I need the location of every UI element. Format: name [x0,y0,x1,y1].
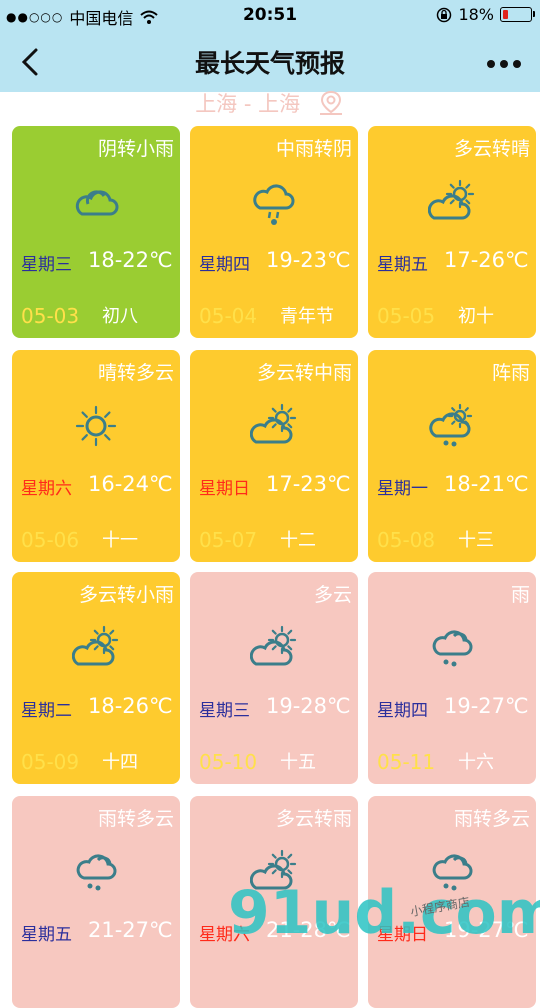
partly-cloudy-icon [250,403,297,444]
battery-percent: 18% [458,5,494,24]
weather-desc: 阵雨 [491,362,530,384]
partly-cloudy-icon [428,179,475,220]
location-pin-icon[interactable] [317,90,345,121]
date: 05-06 [21,528,80,552]
lunar-date: 十六 [458,752,494,773]
rain-cloud-icon [76,854,117,891]
temperature-range: 19-23℃ [266,248,351,272]
date: 05-05 [377,304,436,328]
weekday: 星期五 [377,255,428,275]
weather-desc: 多云转中雨 [256,362,352,384]
status-bar: ●●○○○ 中国电信 20:51 18% [0,0,540,30]
temperature-range: 17-26℃ [444,248,529,272]
more-icon [487,60,521,68]
temperature-range: 17-23℃ [266,472,351,496]
weekday: 星期三 [21,255,72,275]
rain-icon [253,184,295,225]
temperature-range: 19-28℃ [266,694,351,718]
date: 05-03 [21,304,80,328]
page-title: 最长天气预报 [194,49,345,78]
forecast-card[interactable]: 多云转晴星期五 17-26℃ 05-05 初十 [368,126,536,338]
date: 05-08 [377,528,436,552]
partly-cloudy-icon [250,625,297,666]
weekday: 星期六 [21,479,72,499]
location-text: 上海 - 上海 [195,92,301,116]
partly-cloudy-icon [72,625,119,666]
lunar-date: 十三 [458,530,494,551]
weather-desc: 雨转多云 [453,808,530,830]
lunar-date: 十四 [102,752,138,773]
weekday: 星期三 [199,701,250,721]
forecast-card[interactable]: 阴转小雨星期三 18-22℃ 05-03 初八 [12,126,180,338]
watermark-logo: 91ud.com [228,878,540,948]
temperature-range: 16-24℃ [88,472,173,496]
weather-desc: 中雨转阴 [275,138,352,160]
lunar-date: 十二 [280,530,316,551]
date: 05-07 [199,528,258,552]
temperature-range: 19-27℃ [444,694,529,718]
rotation-lock-icon [437,7,452,22]
forecast-card[interactable]: 雨星期四 19-27℃ 05-11 十六 [368,572,536,784]
battery-icon [500,7,535,22]
lunar-date: 初十 [458,306,494,327]
date: 05-10 [199,750,258,774]
battery-level [503,10,508,19]
weather-desc: 雨 [510,584,530,606]
sun-icon [75,405,117,447]
weather-desc: 晴转多云 [97,362,174,384]
weather-desc: 多云转晴 [453,138,530,160]
weekday: 星期日 [199,479,250,499]
forecast-card[interactable]: 阵雨星期一 18-21℃ 05-08 十三 [368,350,536,562]
location-bar[interactable]: 上海 - 上海 [0,88,540,118]
temperature-range: 18-22℃ [88,248,173,272]
weather-desc: 雨转多云 [97,808,174,830]
forecast-card[interactable]: 多云星期三 19-28℃ 05-10 十五 [190,572,358,784]
weekday: 星期四 [199,255,250,275]
nav-bar: 最长天气预报 [0,30,540,92]
lunar-date: 十一 [102,530,138,551]
more-button[interactable] [486,50,522,70]
forecast-card[interactable]: 多云转中雨星期日 17-23℃ 05-07 十二 [190,350,358,562]
weekday: 星期二 [21,701,72,721]
date: 05-04 [199,304,258,328]
weekday: 星期一 [377,479,428,499]
forecast-card[interactable]: 晴转多云星期六 16-24℃ 05-06 十一 [12,350,180,562]
date: 05-09 [21,750,80,774]
lunar-date: 初八 [102,306,138,327]
forecast-card[interactable]: 多云转小雨星期二 18-26℃ 05-09 十四 [12,572,180,784]
temperature-range: 18-21℃ [444,472,529,496]
weekday: 星期四 [377,701,428,721]
weather-desc: 多云转雨 [275,808,352,830]
temperature-range: 18-26℃ [88,694,173,718]
weekday: 星期五 [21,925,72,945]
forecast-card[interactable]: 中雨转阴星期四 19-23℃ 05-04 青年节 [190,126,358,338]
forecast-card[interactable]: 雨转多云星期五 21-27℃ [12,796,180,1008]
lunar-date: 十五 [280,752,316,773]
shower-icon [429,403,473,447]
cloud-icon [75,190,119,216]
weather-desc: 多云转小雨 [78,584,174,606]
rain-cloud-icon [432,630,473,667]
date: 05-11 [377,750,436,774]
temperature-range: 21-27℃ [88,918,173,942]
weather-desc: 多云 [313,584,352,606]
lunar-date: 青年节 [280,306,334,327]
weather-desc: 阴转小雨 [97,138,174,160]
